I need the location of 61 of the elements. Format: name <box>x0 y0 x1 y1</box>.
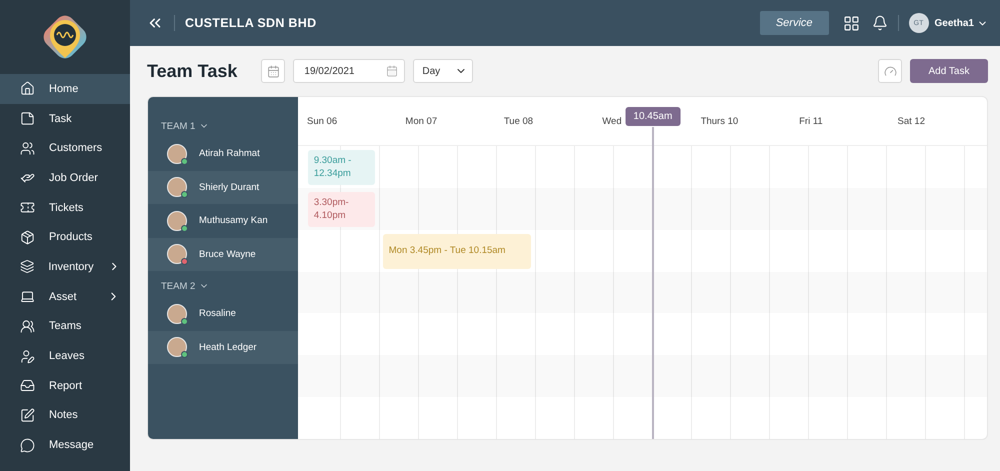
nav-item[interactable]: Report <box>0 370 130 401</box>
nav-item[interactable]: Asset <box>0 282 130 312</box>
team-header[interactable]: TEAM 1 <box>148 119 298 133</box>
day-label: Wed <box>602 116 622 126</box>
date-field[interactable]: 19/02/2021 <box>293 59 406 83</box>
member-name: Atirah Rahmat <box>199 148 260 160</box>
member-row[interactable]: Atirah Rahmat <box>148 137 298 170</box>
nav-icon <box>20 81 35 96</box>
calendar-icon <box>386 65 398 77</box>
member-name: Rosaline <box>199 308 236 320</box>
nav-item[interactable]: Job Order <box>0 163 130 193</box>
member-name: Shierly Durant <box>199 182 260 193</box>
member-name: Heath Ledger <box>199 342 257 353</box>
grid-icon[interactable] <box>842 14 860 32</box>
nav-icon <box>20 378 35 394</box>
company-name: CUSTELLA SDN BHD <box>185 16 316 30</box>
day-label: Sun 06 <box>307 116 338 126</box>
nav-item[interactable]: Notes <box>0 400 130 430</box>
member-row[interactable]: Heath Ledger <box>148 330 298 364</box>
page-title: Team Task <box>147 60 238 82</box>
nav-item[interactable]: Inventory <box>0 252 130 282</box>
bell-icon[interactable] <box>872 15 888 31</box>
nav-item[interactable]: Leaves <box>0 341 130 371</box>
nav-icon <box>20 259 34 274</box>
nav-item[interactable]: Products <box>0 222 130 252</box>
time-tooltip: 10.45am <box>625 107 680 126</box>
nav-item[interactable]: Message <box>0 430 130 460</box>
team-header[interactable]: TEAM 2 <box>148 279 298 293</box>
member-row[interactable]: Shierly Durant <box>148 170 298 204</box>
member-row[interactable]: Bruce Wayne <box>148 238 298 271</box>
nav-item[interactable]: Task <box>0 104 130 134</box>
nav-icon <box>20 200 35 216</box>
nav-item[interactable]: Home <box>0 74 130 104</box>
nav-icon <box>20 438 35 453</box>
event-block[interactable]: 3.30pm- 4.10pm <box>308 192 375 227</box>
gauge-icon <box>884 64 896 78</box>
member-name: Muthusamy Kan <box>199 215 268 226</box>
nav-icon <box>20 318 35 334</box>
nav-icon <box>20 289 35 304</box>
nav-icon <box>20 111 35 126</box>
nav-item[interactable]: Customers <box>0 133 130 164</box>
nav-item[interactable]: Tickets <box>0 192 130 222</box>
user-name[interactable]: Geetha1 <box>934 18 974 28</box>
day-label: Tue 08 <box>504 116 534 126</box>
day-label: Sat 12 <box>898 116 925 126</box>
day-label: Mon 07 <box>405 116 438 126</box>
service-button[interactable]: Service <box>760 11 829 35</box>
nav-icon <box>20 408 35 423</box>
calendar-button[interactable] <box>261 59 286 83</box>
member-row[interactable]: Muthusamy Kan <box>148 204 298 238</box>
day-label: Thurs 10 <box>700 116 738 126</box>
nav-icon <box>20 230 35 245</box>
nav-icon <box>20 348 35 364</box>
member-row[interactable]: Rosaline <box>148 297 298 330</box>
nav-icon <box>20 140 35 156</box>
member-name: Bruce Wayne <box>199 248 256 260</box>
nav-item[interactable]: Teams <box>0 312 130 342</box>
day-label: Fri 11 <box>799 116 823 126</box>
calendar-icon <box>266 64 280 78</box>
add-task-button[interactable]: Add Task <box>910 59 988 83</box>
view-select[interactable]: Day <box>413 59 474 83</box>
